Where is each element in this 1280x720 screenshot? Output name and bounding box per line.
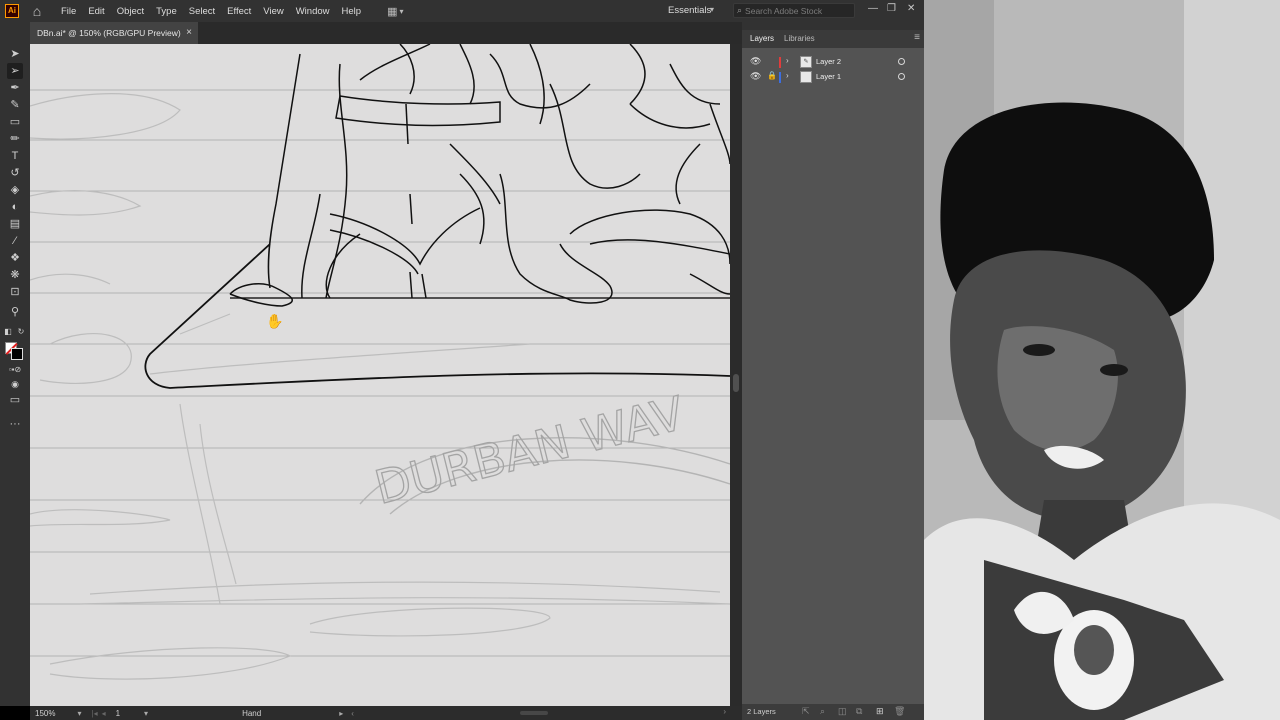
layer-color-indicator <box>779 57 781 68</box>
layer-name[interactable]: Layer 2 <box>816 57 841 66</box>
vertical-scrollbar[interactable] <box>730 44 742 706</box>
current-tool-status: Hand <box>242 708 262 718</box>
close-button[interactable]: ✕ <box>907 3 915 14</box>
previous-artboard-icon[interactable]: ◂ <box>102 709 106 718</box>
first-artboard-icon[interactable]: |◂ <box>91 709 97 718</box>
canvas-lettering: DURBAN WAV <box>370 386 690 515</box>
chevron-down-icon[interactable]: ▾ <box>710 5 714 14</box>
layers-panel-footer: 2 Layers ⇱ ⌕ ◫ ⧉ ⊞ 🗑 <box>742 704 924 720</box>
menu-window[interactable]: Window <box>296 6 330 17</box>
menu-bar: Ai ⌂ File Edit Object Type Select Effect… <box>0 0 924 22</box>
artboard-tool-icon[interactable]: ⊡ <box>7 284 23 300</box>
layer-row[interactable]: 👁 🔒 › Layer 1 <box>742 70 918 85</box>
layer-name[interactable]: Layer 1 <box>816 72 841 81</box>
tab-libraries[interactable]: Libraries <box>784 34 815 43</box>
curvature-tool-icon[interactable]: ✎ <box>7 97 23 113</box>
default-colors-icon[interactable]: ◧ <box>3 324 13 340</box>
webcam-overlay <box>924 0 1280 720</box>
restore-button[interactable]: ❐ <box>887 3 896 14</box>
chevron-right-icon[interactable]: › <box>786 56 789 65</box>
artboard-canvas[interactable]: DURBAN WAV ✋ <box>30 44 730 706</box>
search-input[interactable]: ⌕ Search Adobe Stock <box>733 3 855 18</box>
type-tool-icon[interactable]: T <box>7 148 23 164</box>
minimize-button[interactable]: — <box>868 3 878 14</box>
play-icon[interactable]: ▸ <box>339 709 343 718</box>
menu-view[interactable]: View <box>263 6 283 17</box>
home-icon[interactable]: ⌂ <box>29 3 45 19</box>
scrollbar-thumb[interactable] <box>733 374 739 392</box>
chevron-down-icon[interactable]: ▾ <box>77 709 81 718</box>
rectangle-tool-icon[interactable]: ▭ <box>7 114 23 130</box>
zoom-level[interactable]: 150% <box>35 709 55 718</box>
eyedropper-tool-icon[interactable]: ⁄ <box>7 233 23 249</box>
lock-icon[interactable]: 🔒 <box>767 71 777 80</box>
document-tabbar: DBn.ai* @ 150% (RGB/GPU Preview) × <box>30 22 742 44</box>
scroll-right-icon[interactable]: › <box>723 707 726 716</box>
menu-edit[interactable]: Edit <box>88 6 104 17</box>
selection-tool-icon[interactable]: ➤ <box>7 46 23 62</box>
horizontal-scrollbar-thumb[interactable] <box>520 711 548 715</box>
hand-cursor-icon: ✋ <box>266 313 283 329</box>
layers-panel: Layers Libraries ≡ ◤ 👁 › ✎ Layer 2 👁 🔒 ›… <box>742 22 924 720</box>
tools-panel: ➤ ➢ ✒ ✎ ▭ ✏ T ↺ ◈ ◐ ▤ ⁄ ❖ ❋ ⊡ ⚲ ◧ ↻ ▫▪⊘ … <box>0 22 30 706</box>
menu-file[interactable]: File <box>61 6 76 17</box>
layer-color-indicator <box>779 72 781 83</box>
rotate-tool-icon[interactable]: ↺ <box>7 165 23 181</box>
draw-mode-icon[interactable]: ◉ <box>7 376 23 392</box>
layer-target-icon[interactable] <box>898 58 905 65</box>
chevron-right-icon[interactable]: › <box>786 71 789 80</box>
menu-help[interactable]: Help <box>342 6 362 17</box>
menu-object[interactable]: Object <box>117 6 144 17</box>
screen-mode-icon[interactable]: ▭ <box>7 392 23 408</box>
chevron-down-icon[interactable]: ▾ <box>144 709 148 718</box>
export-icon[interactable]: ⇱ <box>802 706 810 717</box>
panel-tabs: Layers Libraries ≡ <box>742 30 924 48</box>
eye-icon[interactable]: 👁 <box>750 56 761 67</box>
scroll-left-icon[interactable]: ‹ <box>351 709 354 718</box>
blend-tool-icon[interactable]: ❖ <box>7 250 23 266</box>
document-tab[interactable]: DBn.ai* @ 150% (RGB/GPU Preview) × <box>30 22 198 44</box>
delete-icon[interactable]: 🗑 <box>894 706 905 717</box>
eye-icon[interactable]: 👁 <box>750 71 761 82</box>
menu-select[interactable]: Select <box>189 6 215 17</box>
layer-row[interactable]: 👁 › ✎ Layer 2 <box>742 55 918 70</box>
status-bar: 150% ▾ |◂ ◂ 1 ▾ Hand ▸ ‹ › <box>30 706 742 720</box>
new-sublayer-icon[interactable]: ⧉ <box>856 706 862 717</box>
menu-type[interactable]: Type <box>156 6 177 17</box>
swap-colors-icon[interactable]: ↻ <box>16 324 26 340</box>
panel-menu-icon[interactable]: ≡ <box>914 32 920 43</box>
shape-builder-tool-icon[interactable]: ◐ <box>7 199 23 215</box>
paintbrush-tool-icon[interactable]: ✏ <box>7 131 23 147</box>
layer-target-icon[interactable] <box>898 73 905 80</box>
direct-selection-tool-icon[interactable]: ➢ <box>7 63 23 79</box>
locate-object-icon[interactable]: ⌕ <box>820 706 825 717</box>
search-placeholder: Search Adobe Stock <box>745 5 823 16</box>
symbol-sprayer-tool-icon[interactable]: ❋ <box>7 267 23 283</box>
gradient-tool-icon[interactable]: ▤ <box>7 216 23 232</box>
webcam-portrait <box>924 0 1280 720</box>
layer-count: 2 Layers <box>747 707 776 716</box>
document-tab-label: DBn.ai* @ 150% (RGB/GPU Preview) <box>37 28 181 38</box>
new-layer-icon[interactable]: ⊞ <box>876 706 884 717</box>
menu-effect[interactable]: Effect <box>227 6 251 17</box>
close-icon[interactable]: × <box>186 27 192 38</box>
search-icon: ⌕ <box>737 5 743 15</box>
chevron-down-icon[interactable]: ▾ <box>399 7 403 16</box>
arrange-documents-icon[interactable]: ▦ <box>387 5 397 18</box>
layer-thumbnail: ✎ <box>800 56 812 68</box>
zoom-tool-icon[interactable]: ⚲ <box>7 304 23 320</box>
artboard-number[interactable]: 1 <box>116 709 120 718</box>
stroke-swatch[interactable] <box>11 348 23 360</box>
tab-layers[interactable]: Layers <box>750 34 774 43</box>
pen-tool-icon[interactable]: ✒ <box>7 80 23 96</box>
more-tools-icon[interactable]: ··· <box>7 416 23 432</box>
layers-list: 👁 › ✎ Layer 2 👁 🔒 › Layer 1 <box>742 48 924 704</box>
eraser-tool-icon[interactable]: ◈ <box>7 182 23 198</box>
panel-strip <box>742 22 924 30</box>
app-logo[interactable]: Ai <box>5 4 19 18</box>
clipping-mask-icon[interactable]: ◫ <box>838 706 847 717</box>
workspace-switcher[interactable]: Essentials <box>668 5 711 16</box>
sketch-artwork: DURBAN WAV ✋ <box>30 44 730 680</box>
layer-thumbnail <box>800 71 812 83</box>
